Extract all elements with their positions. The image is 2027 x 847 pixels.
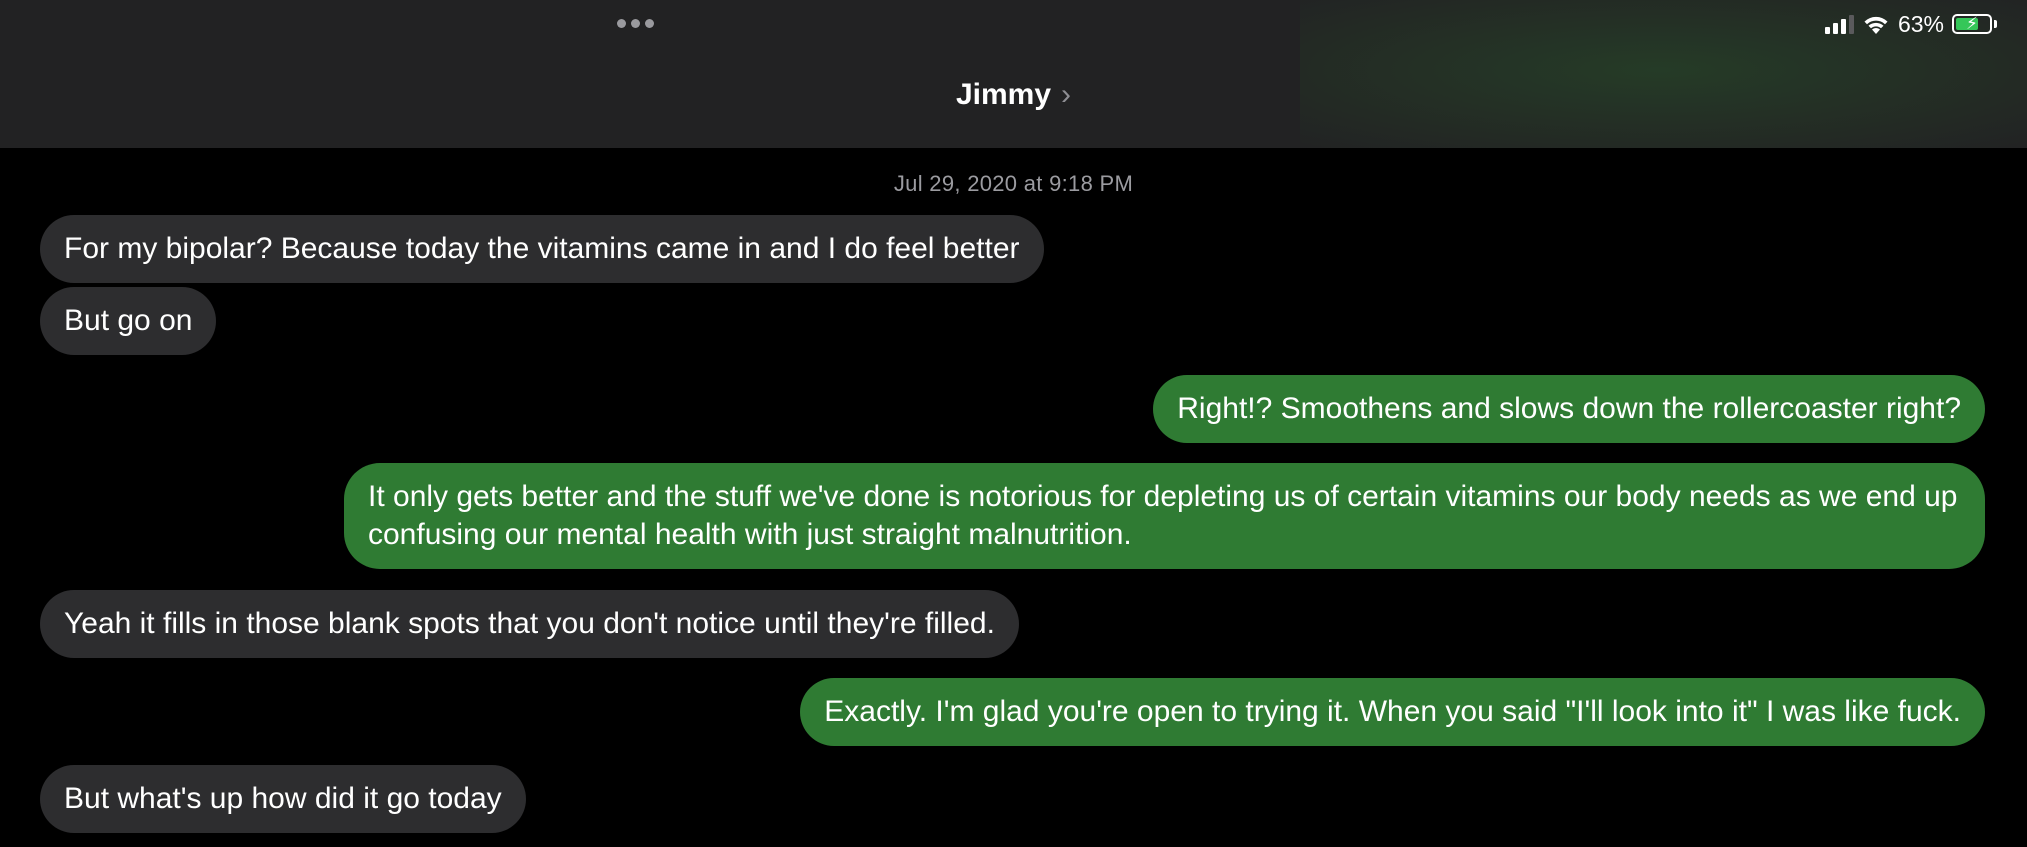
contact-header-button[interactable]: Jimmy › — [0, 78, 2027, 112]
conversation-timestamp: Jul 29, 2020 at 9:18 PM — [893, 171, 1134, 196]
message-bubble-outgoing[interactable]: Right!? Smoothens and slows down the rol… — [1153, 375, 2011, 445]
cellular-signal-icon — [1824, 14, 1854, 34]
chevron-right-icon: › — [1061, 78, 1072, 111]
battery-percent: 63% — [1897, 10, 1944, 37]
contact-name: Jimmy — [955, 78, 1052, 111]
message-bubble-outgoing[interactable]: It only gets better and the stuff we've … — [344, 463, 2011, 571]
message-bubble-incoming[interactable]: But go on — [13, 287, 217, 357]
multitask-dots-icon[interactable] — [617, 19, 654, 28]
message-text: But go on — [64, 304, 193, 337]
message-text: Exactly. I'm glad you're open to trying … — [824, 695, 1961, 728]
battery-charging-icon: ⚡ — [1952, 14, 1992, 34]
message-text: For my bipolar? Because today the vitami… — [64, 232, 1020, 265]
message-text: But what's up how did it go today — [64, 782, 502, 815]
status-bar: 63% ⚡ — [1824, 10, 1997, 38]
message-bubble-outgoing[interactable]: Exactly. I'm glad you're open to trying … — [800, 678, 2011, 748]
message-bubble-incoming[interactable]: Yeah it fills in those blank spots that … — [14, 590, 1019, 660]
message-bubble-incoming[interactable]: For my bipolar? Because today the vitami… — [40, 215, 1044, 283]
navigation-bar: 63% ⚡ Jimmy › — [0, 0, 2027, 148]
message-bubble-incoming[interactable]: But what's up how did it go today — [14, 765, 526, 835]
wifi-icon — [1864, 16, 1888, 34]
message-text: Yeah it fills in those blank spots that … — [64, 607, 995, 640]
battery-cap — [1994, 20, 1997, 28]
message-text: Right!? Smoothens and slows down the rol… — [1177, 392, 1961, 425]
message-text: It only gets better and the stuff we've … — [368, 480, 1958, 551]
